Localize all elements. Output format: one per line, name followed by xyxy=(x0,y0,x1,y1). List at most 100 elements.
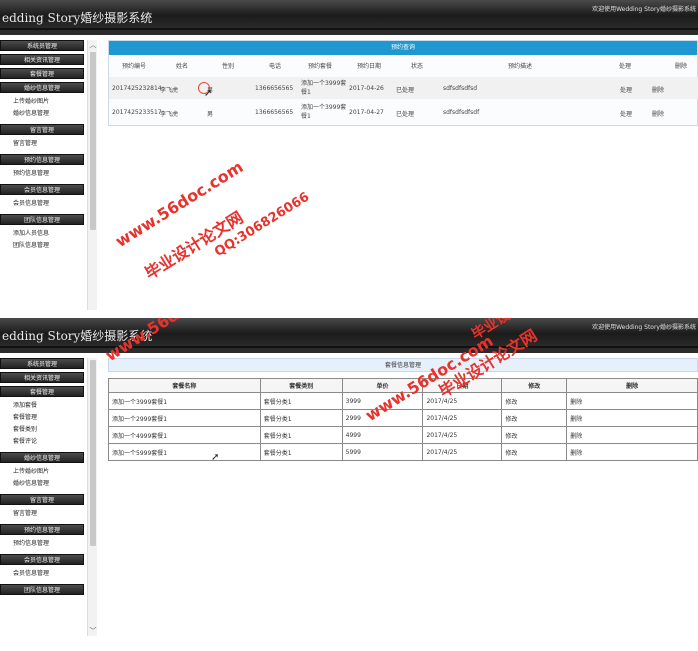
booking-status: 已处理 xyxy=(396,111,415,118)
booking-desc: sdfsdfsdfsdf xyxy=(443,109,480,116)
package-category: 套餐分类1 xyxy=(259,426,343,444)
sidebar-item[interactable]: 预约信息管理 xyxy=(0,538,86,550)
booking-caption: 预约查询 xyxy=(109,41,697,55)
sidebar-item[interactable]: 添加人员信息 xyxy=(0,228,86,240)
edit-link[interactable]: 修改 xyxy=(501,409,568,427)
booking-name: 李飞虎 xyxy=(160,111,179,118)
sidebar-section-header[interactable]: 套餐管理 xyxy=(0,386,84,397)
welcome-text: 欢迎使用Wedding Story婚纱摄影系统 xyxy=(592,6,696,13)
col-header: 预约编号 xyxy=(122,63,147,70)
sidebar-section-header[interactable]: 留言管理 xyxy=(0,494,84,505)
table-row: 添加一个5999套餐1 套餐分类1 5999 2017/4/25 修改 删除 xyxy=(108,443,698,461)
sidebar-section-header[interactable]: 会员信息管理 xyxy=(0,554,84,565)
package-caption: 套餐信息管理 xyxy=(108,358,698,372)
handle-link[interactable]: 处理 xyxy=(620,85,632,94)
sidebar-item[interactable]: 婚纱信息管理 xyxy=(0,108,86,120)
sidebar-item[interactable]: 婚纱信息管理 xyxy=(0,478,86,490)
booking-date: 2017-04-27 xyxy=(349,109,384,116)
package-date: 2017/4/25 xyxy=(422,443,503,461)
app-header: edding Story婚纱摄影系统 欢迎使用Wedding Story婚纱摄影… xyxy=(0,318,698,348)
edit-link[interactable]: 修改 xyxy=(501,426,568,444)
mouse-pointer-icon: ➚ xyxy=(204,88,213,99)
col-header: 状态 xyxy=(411,63,424,70)
col-header: 删除 xyxy=(675,63,688,70)
booking-status: 已处理 xyxy=(396,87,415,94)
sidebar-section-header[interactable]: 相关资讯管理 xyxy=(0,54,84,65)
delete-link[interactable]: 删除 xyxy=(566,443,698,461)
sidebar-scrollbar[interactable]: ︿ xyxy=(87,40,97,310)
col-header: 处理 xyxy=(619,63,632,70)
edit-link[interactable]: 修改 xyxy=(501,443,568,461)
sidebar-section-header[interactable]: 预约信息管理 xyxy=(0,524,84,535)
sidebar-item[interactable]: 套餐评论 xyxy=(0,436,86,448)
package-category: 套餐分类1 xyxy=(259,409,343,427)
sidebar-section-header[interactable]: 婚纱信息管理 xyxy=(0,82,84,93)
col-header: 性别 xyxy=(222,63,235,70)
edit-link[interactable]: 修改 xyxy=(501,392,568,410)
package-date: 2017/4/25 xyxy=(422,426,503,444)
package-category: 套餐分类1 xyxy=(259,443,343,461)
sidebar-item[interactable]: 套餐管理 xyxy=(0,412,86,424)
header-subbar xyxy=(0,30,698,35)
scrollbar-thumb[interactable] xyxy=(90,52,96,230)
sidebar-section-header[interactable]: 相关资讯管理 xyxy=(0,372,84,383)
col-header: 预约描述 xyxy=(508,63,533,70)
sidebar-section-header[interactable]: 系统员管理 xyxy=(0,358,84,369)
delete-link[interactable]: 删除 xyxy=(566,392,698,410)
sidebar-item[interactable]: 上传婚纱图片 xyxy=(0,466,86,478)
col-header: 套餐类别 xyxy=(259,378,343,393)
welcome-text: 欢迎使用Wedding Story婚纱摄影系统 xyxy=(592,324,696,331)
sidebar-section-header[interactable]: 婚纱信息管理 xyxy=(0,452,84,463)
delete-link[interactable]: 删除 xyxy=(566,426,698,444)
table-row: 添加一个4999套餐1 套餐分类1 4999 2017/4/25 修改 删除 xyxy=(108,426,698,444)
handle-link[interactable]: 处理 xyxy=(620,109,632,118)
mouse-pointer-icon: ➚ xyxy=(211,452,220,463)
sidebar-item[interactable]: 会员信息管理 xyxy=(0,568,86,580)
col-header: 修改 xyxy=(501,378,568,393)
sidebar-section-header[interactable]: 套餐管理 xyxy=(0,68,84,79)
table-row: 添加一个2999套餐1 套餐分类1 2999 2017/4/25 修改 删除 xyxy=(108,409,698,427)
chevron-up-icon[interactable]: ︿ xyxy=(88,40,98,50)
package-name: 添加一个5999套餐1 xyxy=(108,443,261,461)
booking-package: 添加一个3999套餐1 xyxy=(301,104,347,120)
sidebar-item[interactable]: 预约信息管理 xyxy=(0,168,86,180)
sidebar-item[interactable]: 留言管理 xyxy=(0,508,86,520)
sidebar-section-header[interactable]: 预约信息管理 xyxy=(0,154,84,165)
package-category: 套餐分类1 xyxy=(259,392,343,410)
col-header: 预约套餐 xyxy=(308,63,333,70)
sidebar: 系统员管理 相关资讯管理 套餐管理 婚纱信息管理 上传婚纱图片 婚纱信息管理 留言管理 留言管… xyxy=(0,40,86,252)
booking-date: 2017-04-26 xyxy=(349,85,384,92)
package-name: 添加一个4999套餐1 xyxy=(108,426,261,444)
package-screen: edding Story婚纱摄影系统 欢迎使用Wedding Story婚纱摄影… xyxy=(0,318,698,651)
sidebar-item[interactable]: 套餐类别 xyxy=(0,424,86,436)
delete-link[interactable]: 删除 xyxy=(652,85,664,94)
col-header: 预约日期 xyxy=(357,63,382,70)
package-panel: 套餐信息管理 套餐名称 套餐类别 单价 日期 修改 删除 添加一个3999套餐1… xyxy=(108,358,698,461)
sidebar-item[interactable]: 团队信息管理 xyxy=(0,240,86,252)
scrollbar-thumb[interactable] xyxy=(90,360,96,546)
sidebar-item[interactable]: 留言管理 xyxy=(0,138,86,150)
sidebar-item[interactable]: 添加套餐 xyxy=(0,400,86,412)
sidebar-section-header[interactable]: 系统员管理 xyxy=(0,40,84,51)
sidebar-item[interactable]: 上传婚纱图片 xyxy=(0,96,86,108)
package-price: 5999 xyxy=(341,443,424,461)
delete-link[interactable]: 删除 xyxy=(566,409,698,427)
booking-id: 2017425232814 xyxy=(112,85,162,92)
sidebar-item[interactable]: 会员信息管理 xyxy=(0,198,86,210)
sidebar-section-header[interactable]: 留言管理 xyxy=(0,124,84,135)
app-header: edding Story婚纱摄影系统 欢迎使用Wedding Story婚纱摄影… xyxy=(0,0,698,30)
sidebar-scrollbar[interactable]: ﹀ xyxy=(87,358,97,636)
col-header: 姓名 xyxy=(176,63,189,70)
sidebar-section-header[interactable]: 团队信息管理 xyxy=(0,584,84,595)
table-row: 2017425233517 李飞虎 男 1366656565 添加一个3999套… xyxy=(109,101,698,123)
booking-desc: sdfsdfsdfsd xyxy=(443,85,478,92)
delete-link[interactable]: 删除 xyxy=(652,109,664,118)
booking-name: 李飞虎 xyxy=(160,87,179,94)
chevron-down-icon[interactable]: ﹀ xyxy=(88,626,98,636)
package-price: 4999 xyxy=(341,426,424,444)
booking-phone: 1366656565 xyxy=(255,109,294,116)
app-title: edding Story婚纱摄影系统 xyxy=(2,11,153,25)
package-date: 2017/4/25 xyxy=(422,392,503,410)
sidebar-section-header[interactable]: 会员信息管理 xyxy=(0,184,84,195)
sidebar-section-header[interactable]: 团队信息管理 xyxy=(0,214,84,225)
